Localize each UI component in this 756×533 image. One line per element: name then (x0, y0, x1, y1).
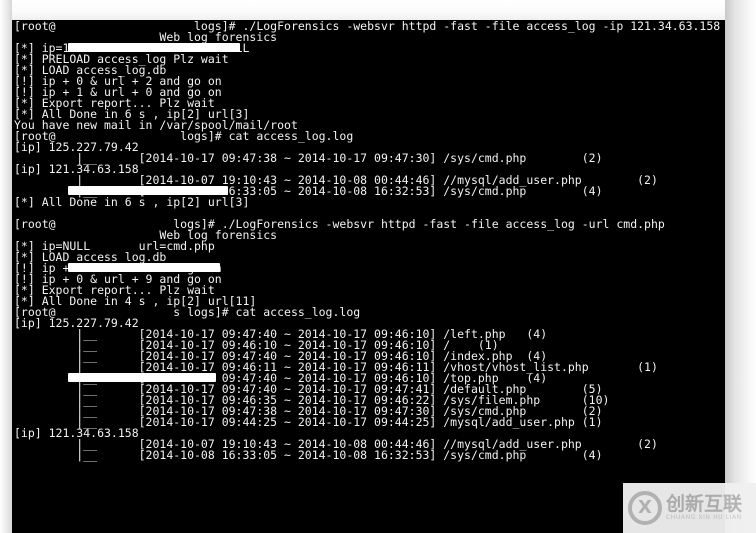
terminal-line: |__ [2014-10-08 16:33:05 ~ 2014-10-08 16… (14, 448, 603, 462)
page-right-margin (725, 0, 756, 533)
watermark: X 创新互联 CHUANG XIN HU LIAN (623, 483, 756, 533)
page-top-margin (0, 0, 756, 20)
watermark-text: 创新互联 CHUANG XIN HU LIAN (666, 492, 743, 521)
redacted-hostname-1 (68, 43, 240, 52)
screenshot-page: [root@ logs]# ./LogForensics -websvr htt… (0, 0, 756, 533)
terminal-window[interactable]: [root@ logs]# ./LogForensics -websvr htt… (12, 20, 725, 533)
page-left-margin (0, 0, 12, 533)
terminal-line: [*] All Done in 6 s , ip[2] url[3] (14, 195, 250, 209)
watermark-pinyin: CHUANG XIN HU LIAN (666, 513, 742, 521)
watermark-logo-icon: X (628, 491, 662, 525)
redacted-hostname-2 (68, 186, 228, 195)
redacted-hostname-3 (68, 263, 220, 272)
redacted-hostname-4 (68, 373, 216, 382)
watermark-chinese: 创新互联 (666, 492, 743, 515)
terminal-screen[interactable]: [root@ logs]# ./LogForensics -websvr htt… (12, 20, 725, 533)
watermark-logo-glyph: X (638, 497, 652, 518)
